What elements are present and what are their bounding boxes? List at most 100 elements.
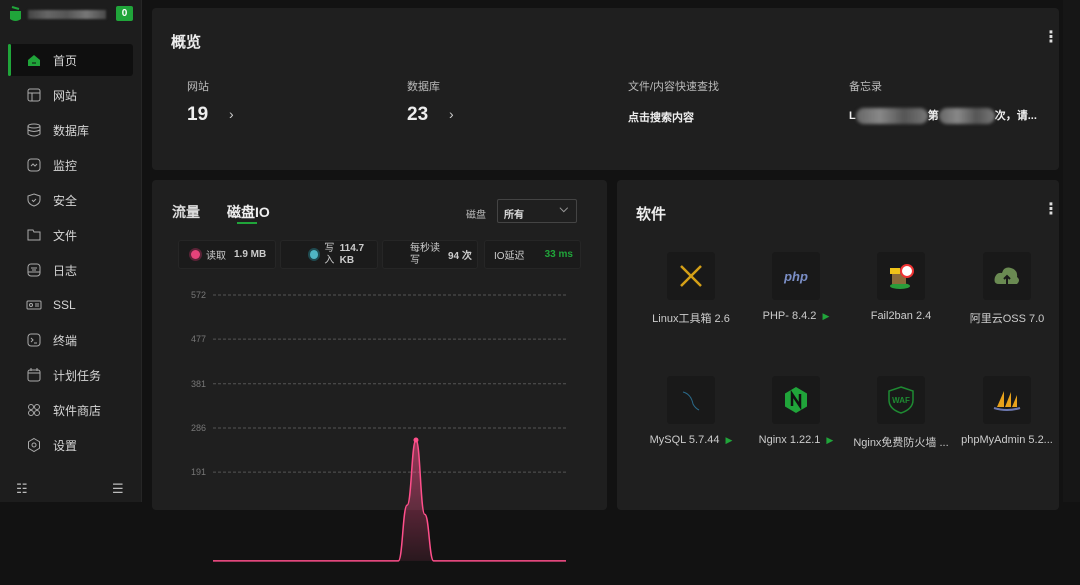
latency-stat: IO延迟 33 ms [484,240,581,269]
scrollbar[interactable] [1063,0,1080,502]
sites-label: 网站 [187,81,209,93]
sidebar-item-1[interactable]: 网站 [8,79,133,111]
tab-traffic[interactable]: 流量 [172,202,200,222]
sidebar-item-5[interactable]: 文件 [8,219,133,251]
database-icon [27,123,41,137]
sidebar-item-7[interactable]: SSL [8,289,133,321]
sidebar-item-4[interactable]: 安全 [8,184,133,216]
phpmyadmin-sails-icon [993,391,1021,411]
software-item[interactable]: Nginx 1.22.1 ▶ [741,376,851,446]
y-tick-label: 191 [191,467,206,477]
software-item[interactable]: Linux工具箱 2.6 [636,252,746,326]
search-link[interactable]: 点击搜索内容 [628,109,694,125]
software-name: phpMyAdmin 5.2... [961,434,1053,446]
software-name: MySQL 5.7.44 [649,434,720,446]
sidebar-item-9[interactable]: 计划任务 [8,359,133,391]
software-name: Nginx 1.22.1 [758,434,821,446]
read-series-area [213,440,566,561]
sidebar-item-label: 安全 [53,193,78,208]
overview-title: 概览 [171,34,202,51]
software-item[interactable]: WAF Nginx免费防火墙 ... [846,376,956,450]
sidebar-item-label: 终端 [53,333,78,348]
chevron-right-icon[interactable]: › [449,106,454,122]
hostname-blurred [28,10,106,19]
sidebar-item-label: 文件 [53,228,78,243]
y-tick-label: 572 [191,290,206,300]
iops-label: 每秒读写 [410,242,440,266]
read-stat: 读取 1.9 MB [178,240,276,269]
sidebar: 0 首页网站数据库监控安全文件日志 SSL 终端计划任务软件商店设置 ☷ ☰ [0,0,142,502]
notification-badge[interactable]: 0 [116,6,133,21]
software-item[interactable]: 阿里云OSS 7.0 [952,252,1062,326]
sidebar-item-label: 数据库 [53,123,90,138]
memo-label: 备忘录 [849,81,882,93]
peak-point[interactable] [413,437,419,443]
sidebar-item-11[interactable]: 设置 [8,429,133,461]
logo-icon [10,6,21,21]
sidebar-item-2[interactable]: 数据库 [8,114,133,146]
db-count[interactable]: 23 [407,104,428,126]
running-play-icon: ▶ [826,435,834,445]
sidebar-item-10[interactable]: 软件商店 [8,394,133,426]
terminal-icon [27,333,41,347]
active-tab-indicator [237,222,257,224]
sidebar-item-3[interactable]: 监控 [8,149,133,181]
software-icon [983,252,1031,300]
sidebar-item-label: 网站 [53,88,78,103]
sidebar-item-0[interactable]: 首页 [8,44,133,76]
sidebar-nav: 首页网站数据库监控安全文件日志 SSL 终端计划任务软件商店设置 [8,44,133,464]
memo-text[interactable]: L 第 次，请... [849,107,1037,125]
y-tick-label: 477 [191,334,206,344]
db-label: 数据库 [407,81,440,93]
more-options-icon[interactable]: ⋮ [1043,30,1059,46]
read-value: 1.9 MB [234,249,267,260]
software-item[interactable]: MySQL 5.7.44 ▶ [636,376,746,446]
php-icon: php [784,268,808,284]
memo-mid: 第 [927,110,939,122]
sidebar-item-label: 日志 [53,263,78,278]
write-value: 114.7 KB [339,242,365,266]
sidebar-item-label: 计划任务 [53,368,102,383]
chevron-right-icon[interactable]: › [229,106,234,122]
toolbox-icon [680,265,702,287]
write-dot-icon [310,250,319,259]
sidebar-item-8[interactable]: 终端 [8,324,133,356]
sidebar-item-6[interactable]: 日志 [8,254,133,286]
iops-value: 94 次 [448,251,472,262]
menu-icon[interactable]: ☰ [112,481,124,497]
tab-disk-io[interactable]: 磁盘IO [227,202,270,222]
software-item[interactable]: php PHP- 8.4.2 ▶ [741,252,851,322]
memo-suffix: 次，请... [994,110,1037,122]
sidebar-item-label: 软件商店 [53,403,102,418]
sites-count[interactable]: 19 [187,104,208,126]
shield-icon [27,193,41,207]
overview-card: 概览 ⋮ 网站 19 › 数据库 23 › 文件/内容快速查找 点击搜索内容 备… [152,8,1059,170]
certificate-icon [26,300,42,310]
software-title: 软件 [636,206,667,223]
sidebar-item-label: 设置 [53,438,78,453]
more-options-icon[interactable]: ⋮ [1043,202,1059,218]
log-icon [27,263,41,277]
software-card: 软件 ⋮ [617,180,1059,510]
y-tick-label: 381 [191,379,206,389]
waf-shield-icon: WAF [888,386,914,414]
software-item[interactable]: phpMyAdmin 5.2... [952,376,1062,446]
sidebar-item-label: 首页 [53,53,78,68]
collapse-sidebar-icon[interactable]: ☷ [16,481,28,497]
software-icon [877,252,925,300]
software-item[interactable]: Fail2ban 2.4 [846,252,956,322]
software-icon: WAF [877,376,925,424]
search-label: 文件/内容快速查找 [628,81,720,93]
memo-prefix: L [849,110,856,122]
software-icon [667,376,715,424]
fail2ban-icon [890,264,914,289]
write-label: 写入 [324,242,335,266]
running-play-icon: ▶ [822,311,830,321]
cloud-upload-icon [994,267,1019,284]
disk-select[interactable]: 所有 ⌵ [497,199,577,223]
write-stat: 写入 114.7 KB [280,240,378,269]
website-icon [27,88,41,102]
apps-icon [28,404,40,416]
running-play-icon: ▶ [725,435,733,445]
sidebar-item-label: SSL [53,298,76,312]
